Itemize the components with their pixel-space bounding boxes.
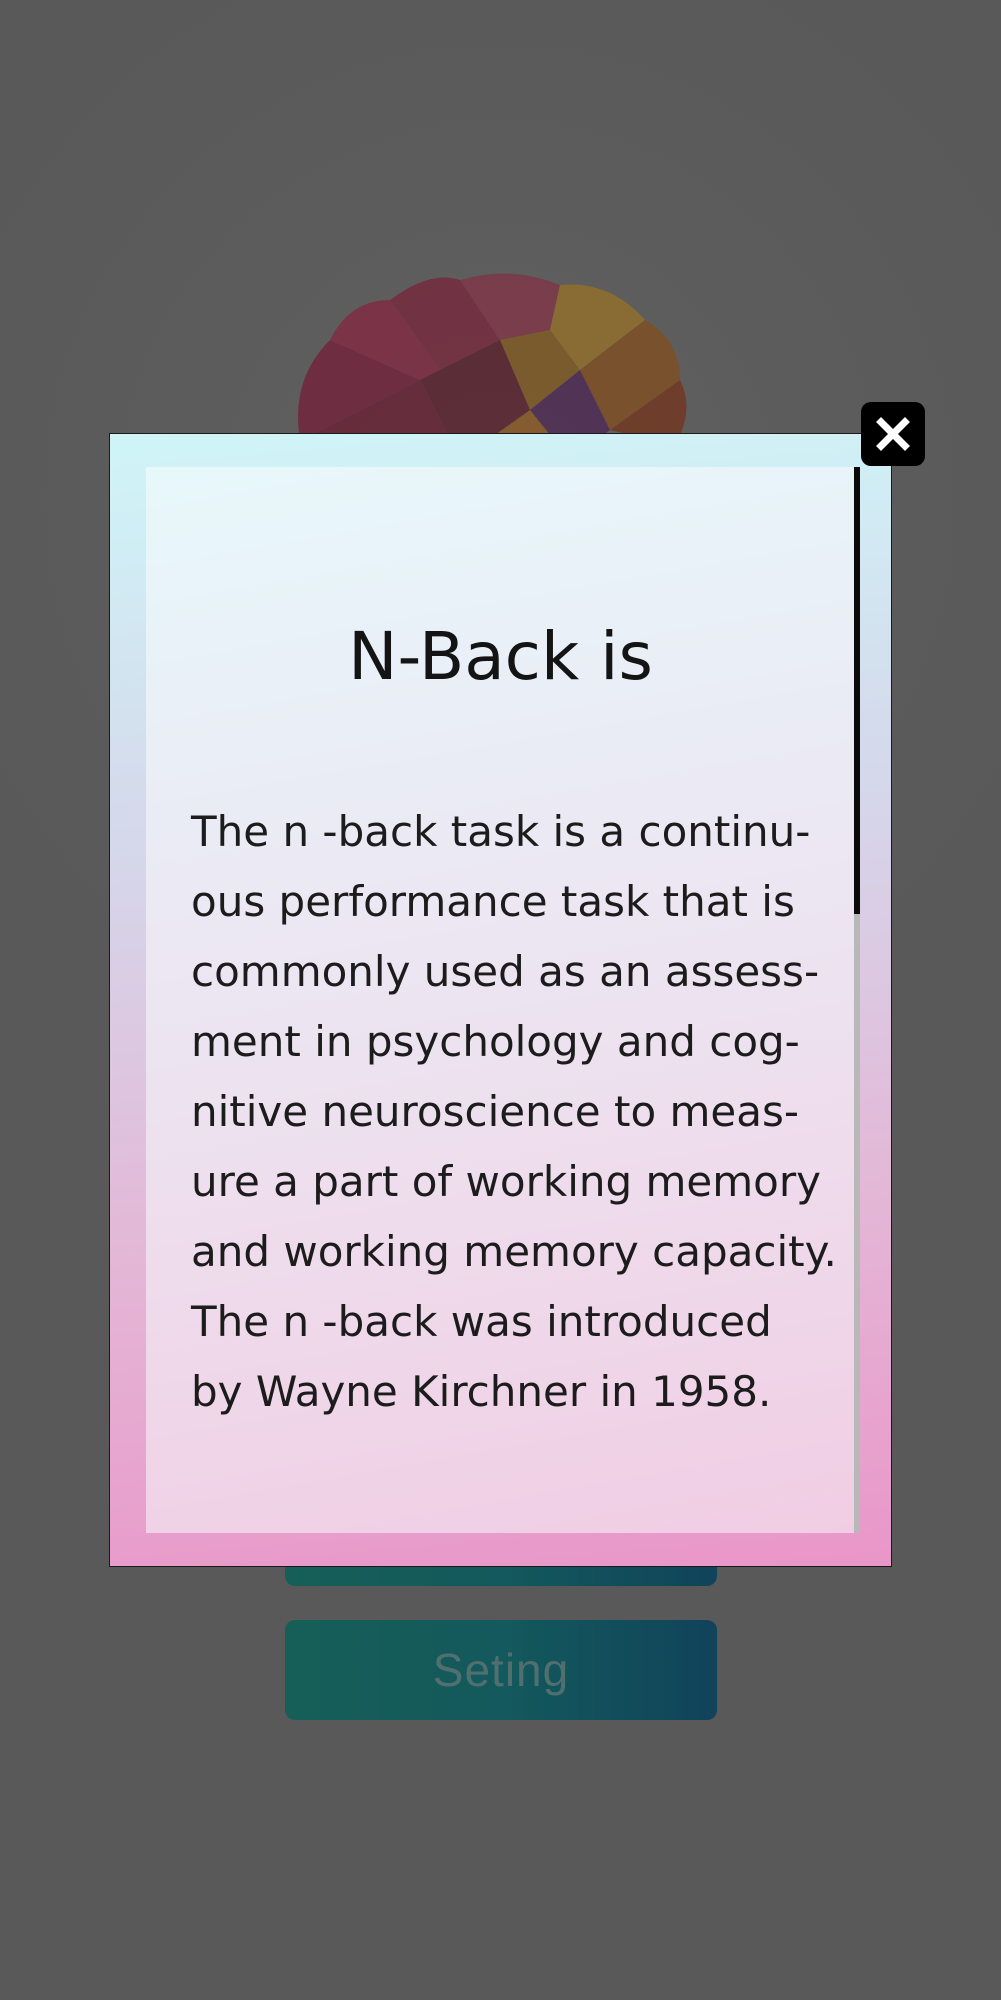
modal-content: N-Back is The n -back task is a continu-… [146, 467, 855, 1533]
description-line: nitive neuroscience to meas- [191, 1087, 800, 1136]
description-line: commonly used as an assess- [191, 947, 820, 996]
scrollbar-thumb[interactable] [854, 467, 860, 914]
modal-description: The n -back task is a continu- ous perfo… [191, 797, 837, 1427]
seting-button[interactable]: Seting [285, 1620, 717, 1720]
info-modal: N-Back is The n -back task is a continu-… [109, 433, 892, 1567]
description-line: The n -back was introduced [191, 1297, 772, 1346]
description-line: and working memory capacity. [191, 1227, 837, 1276]
brain-logo-icon [280, 260, 720, 460]
description-line: ment in psychology and cog- [191, 1017, 800, 1066]
close-icon [876, 417, 910, 451]
modal-scrollbar[interactable] [854, 467, 860, 1533]
close-button[interactable] [861, 402, 925, 466]
description-line: ous performance task that is [191, 877, 795, 926]
description-line: ure a part of working memory [191, 1157, 821, 1206]
modal-title: N-Back is [348, 618, 653, 695]
description-line: The n -back task is a continu- [191, 807, 811, 856]
description-line: by Wayne Kirchner in 1958. [191, 1367, 772, 1416]
